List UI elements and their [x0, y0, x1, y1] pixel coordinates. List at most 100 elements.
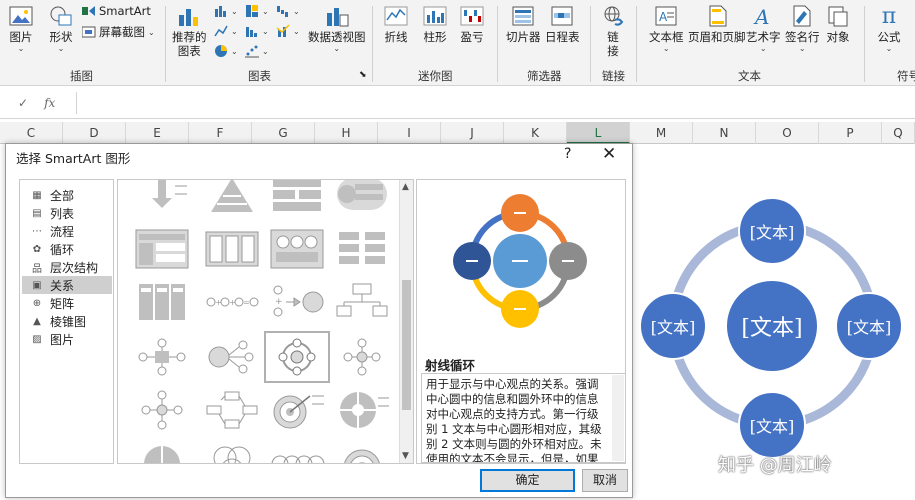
- column-header[interactable]: I: [378, 122, 441, 144]
- layout-thumbnail[interactable]: [133, 179, 191, 216]
- chevron-down-icon: ⌄: [231, 6, 238, 16]
- column-header[interactable]: Q: [882, 122, 915, 144]
- layout-thumbnail[interactable]: [333, 388, 391, 432]
- signature-icon: [789, 4, 815, 28]
- scatter-chart-small-button[interactable]: ⌄: [245, 44, 269, 58]
- right-node[interactable]: [文本]: [835, 292, 903, 360]
- enter-icon[interactable]: ✓: [18, 96, 28, 110]
- layout-thumbnail[interactable]: [268, 179, 326, 216]
- layout-thumbnail[interactable]: [333, 335, 391, 379]
- sparkline-line-button[interactable]: 折线: [383, 4, 409, 44]
- column-header[interactable]: H: [315, 122, 378, 144]
- formula-input[interactable]: [76, 92, 915, 114]
- layout-thumbnail[interactable]: [203, 335, 261, 379]
- signature-line-button[interactable]: 签名行 ⌄: [785, 4, 820, 53]
- shapes-button[interactable]: 形状 ⌄: [48, 4, 74, 53]
- layout-thumbnail[interactable]: +: [268, 280, 326, 324]
- column-header[interactable]: O: [756, 122, 819, 144]
- sparkline-column-icon: [422, 4, 448, 28]
- column-header[interactable]: D: [63, 122, 126, 144]
- layout-thumbnail[interactable]: [203, 388, 261, 432]
- dialog-launcher-icon[interactable]: ⬊: [359, 70, 367, 80]
- column-chart-small-button[interactable]: ⌄: [214, 4, 238, 18]
- layout-thumbnail[interactable]: + + =: [203, 280, 261, 324]
- gallery-scrollbar[interactable]: ▲ ▼: [399, 180, 413, 463]
- layout-thumbnail[interactable]: [333, 440, 391, 464]
- layout-thumbnail-radial-cycle-selected[interactable]: [264, 331, 330, 383]
- category-item-process[interactable]: ⋯ 流程: [22, 222, 112, 240]
- layout-thumbnail[interactable]: [203, 226, 261, 270]
- scroll-up-icon[interactable]: ▲: [402, 182, 409, 192]
- header-footer-icon: [704, 4, 730, 28]
- line-chart-small-button[interactable]: ⌄: [214, 24, 238, 38]
- link-button[interactable]: 链 接: [600, 4, 626, 58]
- pivot-chart-button[interactable]: 数据透视图 ⌄: [308, 4, 366, 53]
- smartart-button[interactable]: SmartArt: [82, 4, 151, 18]
- stat-chart-small-button[interactable]: ⌄: [245, 24, 269, 38]
- category-item-list[interactable]: ▤ 列表: [22, 204, 112, 222]
- header-footer-button[interactable]: 页眉和页脚: [688, 4, 746, 44]
- layout-thumbnail[interactable]: [133, 440, 191, 464]
- category-item-all[interactable]: ▦ 全部: [22, 186, 112, 204]
- close-button[interactable]: ✕: [602, 144, 616, 164]
- waterfall-chart-small-button[interactable]: ⌄: [276, 4, 300, 18]
- category-item-relationship[interactable]: ▣ 关系: [22, 276, 112, 294]
- layout-thumbnail[interactable]: [333, 280, 391, 324]
- column-header[interactable]: G: [252, 122, 315, 144]
- layout-thumbnail[interactable]: [333, 179, 391, 216]
- layout-thumbnail[interactable]: [268, 226, 326, 270]
- combo-chart-small-button[interactable]: ⌄: [276, 24, 300, 38]
- wordart-button[interactable]: A 艺术字 ⌄: [746, 4, 781, 53]
- ok-button[interactable]: 确定: [480, 469, 575, 492]
- column-header[interactable]: C: [0, 122, 63, 144]
- column-header[interactable]: K: [504, 122, 567, 144]
- layout-thumbnail[interactable]: [133, 280, 191, 324]
- hierarchy-chart-small-button[interactable]: ⌄: [245, 4, 269, 18]
- pie-chart-small-button[interactable]: ⌄: [214, 44, 238, 58]
- object-button[interactable]: 对象: [825, 4, 851, 44]
- description-scrollbar[interactable]: [612, 375, 624, 461]
- help-button[interactable]: ?: [564, 146, 571, 162]
- sparkline-column-button[interactable]: 柱形: [422, 4, 448, 44]
- smartart-radial-cycle[interactable]: [文本] [文本] [文本] [文本] [文本]: [635, 175, 915, 465]
- sparkline-winloss-button[interactable]: 盈亏: [459, 4, 485, 44]
- textbox-button[interactable]: A 文本框 ⌄: [649, 4, 684, 53]
- bottom-node[interactable]: [文本]: [738, 391, 806, 459]
- layout-thumbnail[interactable]: [133, 335, 191, 379]
- column-header[interactable]: E: [126, 122, 189, 144]
- scrollbar-thumb[interactable]: [402, 280, 411, 410]
- slicer-button[interactable]: 切片器: [506, 4, 541, 44]
- layout-thumbnail[interactable]: [268, 440, 326, 464]
- screenshot-button[interactable]: 屏幕截图 ⌄: [82, 24, 155, 40]
- column-header[interactable]: N: [693, 122, 756, 144]
- layout-thumbnail[interactable]: [333, 226, 391, 270]
- layout-thumbnail[interactable]: [203, 440, 261, 464]
- layout-thumbnail[interactable]: [133, 226, 191, 270]
- column-header[interactable]: M: [630, 122, 693, 144]
- timeline-button[interactable]: 日程表: [545, 4, 580, 44]
- equation-button[interactable]: π 公式 ⌄: [876, 4, 902, 54]
- layout-thumbnail[interactable]: [203, 179, 261, 216]
- column-header[interactable]: F: [189, 122, 252, 144]
- category-item-matrix[interactable]: ⊕ 矩阵: [22, 294, 112, 312]
- group-label-illustrations: 插图: [70, 69, 93, 83]
- category-item-pyramid[interactable]: ▲ 棱锥图: [22, 312, 112, 330]
- recommended-charts-button[interactable]: 推荐的 图表: [172, 4, 207, 58]
- category-item-hierarchy[interactable]: 品 层次结构: [22, 258, 112, 276]
- fx-icon[interactable]: fx: [44, 96, 55, 110]
- recommended-charts-label-2: 图表: [177, 44, 201, 58]
- top-node[interactable]: [文本]: [738, 197, 806, 265]
- cancel-button[interactable]: 取消: [582, 469, 628, 492]
- center-node[interactable]: [文本]: [725, 279, 819, 373]
- left-node[interactable]: [文本]: [639, 292, 707, 360]
- category-item-picture[interactable]: ▨ 图片: [22, 330, 112, 348]
- preview-description[interactable]: 用于显示与中心观点的关系。强调中心圆中的信息和圆外环中的信息对中心观点的支持方式…: [421, 373, 626, 463]
- layout-thumbnail[interactable]: [268, 388, 326, 432]
- pictures-button[interactable]: 图片 ⌄: [8, 4, 34, 53]
- column-header[interactable]: P: [819, 122, 882, 144]
- layout-thumbnail[interactable]: [133, 388, 191, 432]
- column-header[interactable]: J: [441, 122, 504, 144]
- column-header-selected[interactable]: L: [567, 122, 630, 144]
- category-item-cycle[interactable]: ✿ 循环: [22, 240, 112, 258]
- scroll-down-icon[interactable]: ▼: [402, 451, 409, 461]
